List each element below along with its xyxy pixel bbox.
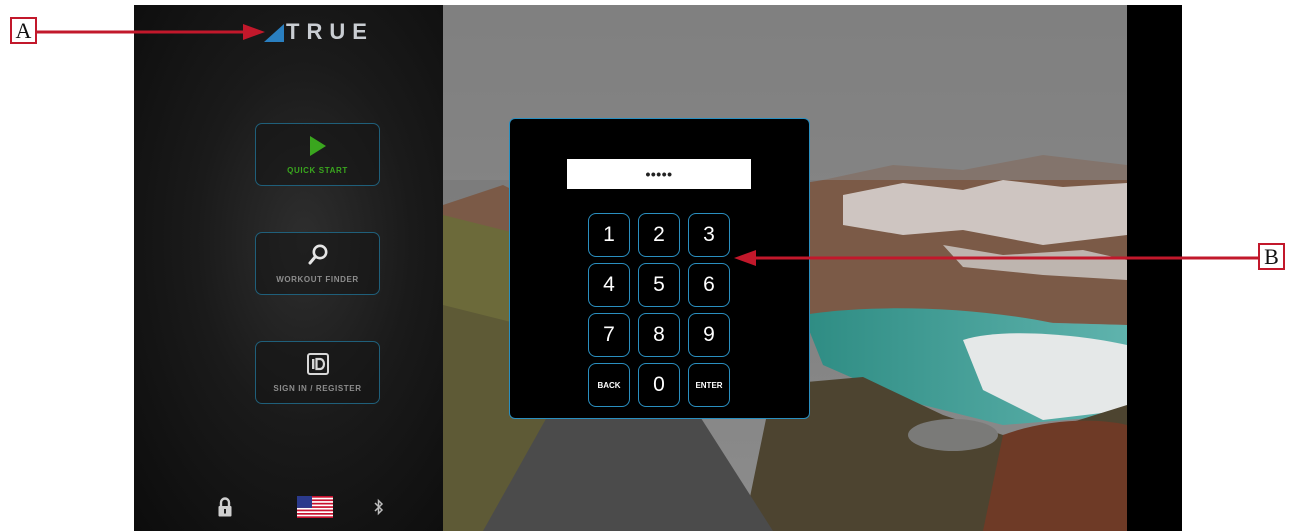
treadmill-console-screen: TRUE QUICK START WORKOUT FINDER SIGN IN … xyxy=(134,5,1182,531)
search-icon xyxy=(308,243,328,267)
us-flag-icon[interactable] xyxy=(297,496,333,523)
key-4[interactable]: 4 xyxy=(588,263,630,307)
back-key[interactable]: BACK xyxy=(588,363,630,407)
pin-input[interactable]: ••••• xyxy=(567,159,751,189)
key-3[interactable]: 3 xyxy=(688,213,730,257)
lock-icon[interactable] xyxy=(218,497,232,522)
callout-b-arrow xyxy=(734,250,1258,266)
figure-stage: TRUE QUICK START WORKOUT FINDER SIGN IN … xyxy=(0,0,1294,531)
sign-in-register-button[interactable]: SIGN IN / REGISTER xyxy=(255,341,380,404)
callout-b: B xyxy=(1258,243,1285,270)
sign-in-label: SIGN IN / REGISTER xyxy=(273,384,362,393)
key-7[interactable]: 7 xyxy=(588,313,630,357)
workout-finder-label: WORKOUT FINDER xyxy=(276,275,359,284)
status-bar xyxy=(134,490,443,526)
key-1[interactable]: 1 xyxy=(588,213,630,257)
quick-start-label: QUICK START xyxy=(287,166,348,175)
right-edge-bar xyxy=(1127,5,1182,531)
true-logo: TRUE xyxy=(264,19,374,45)
logo-text: TRUE xyxy=(286,19,374,44)
play-icon xyxy=(309,134,326,158)
bluetooth-icon[interactable] xyxy=(374,498,384,521)
id-card-icon xyxy=(306,352,329,376)
key-2[interactable]: 2 xyxy=(638,213,680,257)
callout-a-arrow xyxy=(37,24,265,40)
pin-keypad-dialog: ••••• 1 2 3 4 5 6 7 8 9 BACK 0 ENTER xyxy=(509,118,810,419)
logo-mark-icon xyxy=(264,24,284,42)
callout-a: A xyxy=(10,17,37,44)
workout-finder-button[interactable]: WORKOUT FINDER xyxy=(255,232,380,295)
sidebar: TRUE QUICK START WORKOUT FINDER SIGN IN … xyxy=(134,5,443,531)
key-8[interactable]: 8 xyxy=(638,313,680,357)
enter-key[interactable]: ENTER xyxy=(688,363,730,407)
key-6[interactable]: 6 xyxy=(688,263,730,307)
key-9[interactable]: 9 xyxy=(688,313,730,357)
quick-start-button[interactable]: QUICK START xyxy=(255,123,380,186)
key-0[interactable]: 0 xyxy=(638,363,680,407)
key-5[interactable]: 5 xyxy=(638,263,680,307)
